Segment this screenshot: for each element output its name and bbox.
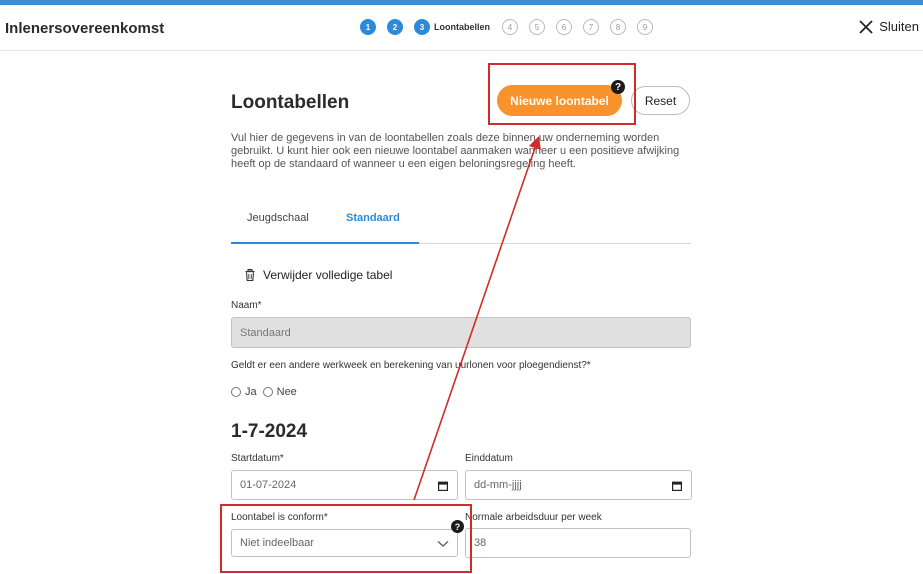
step-9[interactable]: 9 bbox=[637, 19, 653, 35]
annotation-highlight-box bbox=[488, 63, 636, 125]
close-button[interactable]: Sluiten bbox=[859, 19, 919, 34]
einddatum-label: Einddatum bbox=[465, 453, 513, 464]
annotation-arrow bbox=[413, 135, 541, 501]
einddatum-placeholder: dd-mm-jjjj bbox=[474, 479, 522, 491]
close-label: Sluiten bbox=[879, 19, 919, 34]
intro-text: Vul hier de gegevens in van de loontabel… bbox=[231, 132, 680, 170]
ploegendienst-question: Geldt er een andere werkweek en berekeni… bbox=[231, 360, 591, 371]
step-4[interactable]: 4 bbox=[502, 19, 518, 35]
radio-ja[interactable] bbox=[231, 387, 241, 397]
einddatum-input[interactable]: dd-mm-jjjj bbox=[465, 470, 692, 500]
tab-bar: Jeugdschaal Standaard bbox=[231, 200, 691, 244]
name-field: Standaard bbox=[231, 317, 691, 348]
step-6[interactable]: 6 bbox=[556, 19, 572, 35]
ploegendienst-radio-group: Ja Nee bbox=[231, 386, 303, 398]
delete-table-button[interactable]: Verwijder volledige tabel bbox=[245, 268, 392, 282]
period-heading: 1-7-2024 bbox=[231, 421, 308, 442]
page-title: Loontabellen bbox=[231, 92, 350, 113]
arbeidsduur-label: Normale arbeidsduur per week bbox=[465, 512, 602, 523]
step-1[interactable]: 1 bbox=[360, 19, 376, 35]
arbeidsduur-input[interactable]: 38 bbox=[465, 528, 691, 558]
app-title: Inlenersovereenkomst bbox=[5, 20, 165, 37]
close-icon bbox=[859, 19, 873, 34]
annotation-highlight-box bbox=[220, 504, 472, 573]
step-3[interactable]: 3 bbox=[414, 19, 430, 35]
name-value: Standaard bbox=[240, 326, 291, 339]
radio-ja-label[interactable]: Ja bbox=[245, 386, 257, 398]
tab-standaard[interactable]: Standaard bbox=[346, 212, 400, 224]
calendar-icon[interactable] bbox=[672, 481, 682, 491]
delete-label: Verwijder volledige tabel bbox=[263, 268, 393, 282]
name-label: Naam* bbox=[231, 300, 262, 311]
header: Inlenersovereenkomst 1 2 3 Loontabellen … bbox=[0, 5, 923, 51]
startdatum-label: Startdatum* bbox=[231, 453, 284, 464]
tab-jeugdschaal[interactable]: Jeugdschaal bbox=[247, 212, 309, 224]
radio-nee-label[interactable]: Nee bbox=[277, 386, 297, 398]
step-7[interactable]: 7 bbox=[583, 19, 599, 35]
reset-button[interactable]: Reset bbox=[631, 86, 690, 115]
active-step-label: Loontabellen bbox=[434, 22, 490, 32]
radio-nee[interactable] bbox=[262, 387, 273, 397]
arbeidsduur-value: 38 bbox=[474, 537, 487, 549]
stepper: 1 2 3 Loontabellen 4 5 6 7 8 9 bbox=[360, 19, 664, 35]
startdatum-input[interactable]: 01-07-2024 bbox=[231, 470, 458, 500]
trash-icon bbox=[245, 269, 255, 281]
active-tab-indicator bbox=[231, 242, 419, 244]
step-5[interactable]: 5 bbox=[529, 19, 545, 35]
step-8[interactable]: 8 bbox=[610, 19, 626, 35]
step-2[interactable]: 2 bbox=[387, 19, 403, 35]
calendar-icon[interactable] bbox=[438, 481, 448, 491]
startdatum-value: 01-07-2024 bbox=[240, 479, 297, 491]
